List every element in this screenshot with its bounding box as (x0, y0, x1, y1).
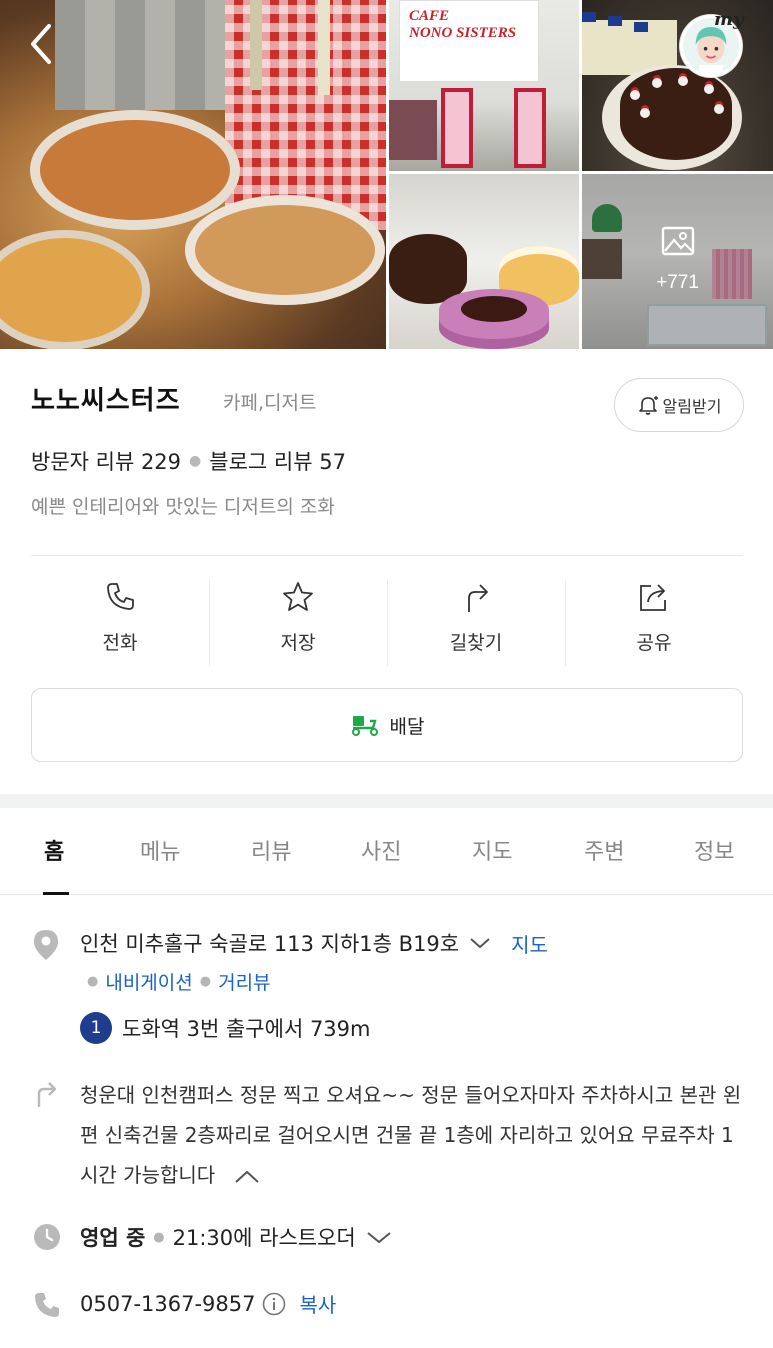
my-profile-button[interactable]: my (678, 9, 748, 79)
directions-icon (468, 584, 488, 612)
call-button[interactable]: 전화 (31, 578, 209, 666)
action-bar: 전화 저장 길찾기 공유 (31, 578, 743, 666)
share-icon (640, 584, 666, 611)
image-icon (661, 226, 695, 256)
divider (31, 555, 743, 556)
tab-menu[interactable]: 메뉴 (140, 834, 180, 866)
share-label: 공유 (636, 632, 672, 654)
chevron-down-icon[interactable] (469, 936, 491, 950)
photo-flag (634, 22, 648, 32)
delivery-button[interactable]: 배달 (31, 688, 743, 762)
active-tab-indicator (43, 892, 69, 895)
tab-reviews[interactable]: 리뷰 (251, 834, 291, 866)
tab-nearby[interactable]: 주변 (584, 834, 624, 866)
blog-reviews-link[interactable]: 블로그 리뷰 57 (209, 446, 346, 476)
star-icon (283, 582, 313, 611)
notify-button[interactable]: 알림받기 (614, 378, 744, 432)
more-photos-count: +771 (656, 272, 699, 293)
save-label: 저장 (280, 632, 316, 654)
gallery-photo-storefront[interactable]: CAFE NONO SISTERS (389, 0, 579, 171)
photo-flag (608, 16, 622, 26)
photo-cream (640, 108, 650, 118)
photo-gallery[interactable]: CAFE NONO SISTERS +771 my (0, 0, 773, 349)
directions-description: 청운대 인천캠퍼스 정문 찍고 오셔요~~ 정문 들어오자마자 주차하시고 본관… (80, 1075, 750, 1195)
place-tagline: 예쁜 인테리어와 맛있는 디저트의 조화 (31, 496, 335, 518)
tab-photos[interactable]: 사진 (361, 834, 401, 866)
section-gap (0, 794, 773, 808)
clock-icon (34, 1224, 60, 1250)
separator-dot: ● (153, 1229, 165, 1245)
tab-map[interactable]: 지도 (472, 834, 512, 866)
share-button[interactable]: 공유 (565, 578, 743, 666)
subway-line-badge: 1 (80, 1012, 112, 1044)
photo-cake (389, 234, 467, 304)
back-arrow-icon[interactable] (24, 22, 60, 66)
call-label: 전화 (102, 632, 138, 654)
chevron-up-icon[interactable] (234, 1170, 260, 1184)
separator-dot: ● (189, 453, 202, 469)
review-summary: 방문자 리뷰 229 ● 블로그 리뷰 57 (31, 446, 346, 476)
gallery-photo-cakes[interactable] (389, 174, 579, 349)
address-text: 인천 미추홀구 숙골로 113 지하1층 B19호 (80, 932, 460, 956)
directions-turn-icon (37, 1082, 57, 1107)
photo-floor (55, 0, 245, 110)
hours-row[interactable]: 영업 중 ● 21:30에 라스트오더 (80, 1222, 392, 1252)
phone-row: 0507-1367-9857 복사 (80, 1289, 336, 1318)
photo-candle (318, 0, 330, 95)
place-category: 카페,디저트 (223, 392, 317, 414)
hours-text: 21:30에 라스트오더 (172, 1226, 356, 1250)
info-icon[interactable] (262, 1292, 286, 1316)
address-row: 인천 미추홀구 숙골로 113 지하1층 B19호 지도 (80, 928, 548, 958)
phone-filled-icon (35, 1293, 59, 1317)
directions-button[interactable]: 길찾기 (387, 578, 565, 666)
separator-dot: ● (87, 974, 99, 989)
bell-plus-icon (638, 396, 658, 415)
chevron-down-icon[interactable] (366, 1230, 392, 1244)
visitor-reviews-link[interactable]: 방문자 리뷰 229 (31, 446, 181, 476)
delivery-scooter-icon (351, 716, 378, 736)
copy-phone-button[interactable]: 복사 (300, 1289, 337, 1318)
navigation-link[interactable]: 내비게이션 (105, 968, 192, 995)
tab-home[interactable]: 홈 (44, 834, 64, 866)
subway-row: 1 도화역 3번 출구에서 739m (80, 1012, 371, 1044)
subway-text: 도화역 3번 출구에서 739m (122, 1017, 371, 1041)
save-button[interactable]: 저장 (209, 578, 387, 666)
storefront-shelf (389, 100, 437, 160)
more-photos-button[interactable]: +771 (582, 174, 773, 349)
phone-icon (107, 583, 134, 610)
delivery-label: 배달 (389, 715, 425, 738)
directions-text: 청운대 인천캠퍼스 정문 찍고 오셔요~~ 정문 들어오자마자 주차하시고 본관… (80, 1083, 742, 1187)
tab-info[interactable]: 정보 (694, 834, 734, 866)
photo-cream (704, 84, 714, 94)
directions-label: 길찾기 (449, 632, 503, 654)
photo-flag (582, 12, 596, 22)
photo-basket (0, 230, 150, 349)
phone-number[interactable]: 0507-1367-9857 (80, 1292, 256, 1316)
photo-cream (714, 104, 724, 114)
storefront-door (441, 88, 473, 168)
separator-dot: ● (199, 974, 212, 989)
place-name: 노노씨스터즈 (31, 386, 181, 416)
address-sub-links: ● 내비게이션 ● 거리뷰 (80, 968, 271, 995)
photo-candle (250, 0, 262, 90)
location-pin-icon (34, 930, 58, 960)
photo-cake-top (461, 296, 527, 322)
photo-basket (30, 110, 240, 230)
photo-cream (652, 78, 662, 88)
photo-cream (630, 90, 640, 100)
photo-cake (620, 68, 732, 160)
map-link[interactable]: 지도 (511, 929, 548, 958)
hours-status: 영업 중 (80, 1226, 146, 1250)
street-view-link[interactable]: 거리뷰 (218, 968, 270, 995)
tab-bar: 홈 메뉴 리뷰 사진 지도 주변 정보 (0, 808, 773, 895)
notify-label: 알림받기 (662, 397, 722, 416)
my-label: my (714, 9, 744, 30)
photo-basket (185, 195, 385, 305)
storefront-sign-text: CAFE NONO SISTERS (409, 8, 517, 41)
storefront-door (514, 88, 546, 168)
